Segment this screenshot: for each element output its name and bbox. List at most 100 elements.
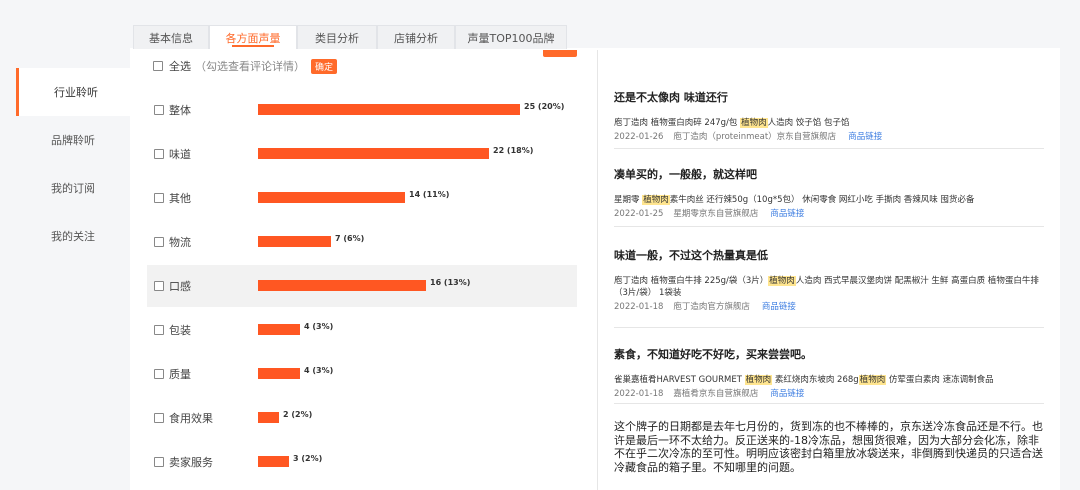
aspect-label: 口感 xyxy=(169,280,191,293)
product-text: 星期零 xyxy=(614,195,643,205)
review-divider xyxy=(614,226,1044,227)
volume-bar xyxy=(258,412,279,423)
aspect-row: 其他 14 (11%) xyxy=(147,177,577,219)
aspect-checkbox[interactable] xyxy=(154,193,164,203)
product-link[interactable]: 商品链接 xyxy=(770,209,804,219)
nav-item-label: 我的订阅 xyxy=(51,182,95,195)
product-text: 人造肉 饺子馅 包子馅 xyxy=(767,118,850,128)
aspect-row: 口感 16 (13%) xyxy=(147,265,577,307)
tab-shop-analysis[interactable]: 店铺分析 xyxy=(377,25,455,49)
right-gutter xyxy=(1060,0,1080,490)
review-title: 味道一般，不过这个热量真是低 xyxy=(614,249,768,262)
tab-basic-info[interactable]: 基本信息 xyxy=(133,25,209,49)
aspect-label: 包装 xyxy=(169,324,191,337)
tab-label: 店铺分析 xyxy=(394,31,438,45)
select-all-row: 全选 （勾选查看评论详情） 确定 xyxy=(153,58,338,74)
volume-value-label: 2 (2%) xyxy=(283,410,313,419)
product-name: 星期零 植物肉素牛肉丝 还行辣50g（10g*5包） 休闲零食 网红小吃 手撕肉… xyxy=(614,194,1044,206)
review-divider xyxy=(614,327,1044,328)
review-title: 凑单买的，一般般，就这样吧 xyxy=(614,168,757,181)
review-item: 还是不太像肉 味道还行 庖丁造肉 植物蛋白肉碎 247g/包 植物肉人造肉 饺子… xyxy=(614,89,1044,142)
aspect-checkbox[interactable] xyxy=(154,413,164,423)
review-date: 2022-01-18 xyxy=(614,389,664,399)
aspect-checkbox[interactable] xyxy=(154,325,164,335)
volume-bar xyxy=(258,280,426,291)
review-title: 素食，不知道好吃不好吃，买来尝尝吧。 xyxy=(614,348,812,361)
shop-name: 嘉植肴京东自营旗舰店 xyxy=(673,389,759,399)
tab-aspect-volume[interactable]: 各方面声量 xyxy=(209,25,297,49)
confirm-button[interactable]: 确定 xyxy=(311,58,338,74)
volume-value-label: 4 (3%) xyxy=(304,322,334,331)
aspect-checkbox[interactable] xyxy=(154,237,164,247)
review-divider xyxy=(614,403,1044,404)
volume-bar xyxy=(258,148,489,159)
shop-name: 星期零京东自营旗舰店 xyxy=(673,209,759,219)
aspect-checkbox[interactable] xyxy=(154,369,164,379)
review-meta: 2022-01-18 嘉植肴京东自营旗舰店 商品链接 xyxy=(614,387,1044,399)
aspect-checkbox[interactable] xyxy=(154,281,164,291)
aspect-checkbox[interactable] xyxy=(154,457,164,467)
aspect-label: 其他 xyxy=(169,192,191,205)
volume-bar xyxy=(258,368,300,379)
volume-value-label: 4 (3%) xyxy=(304,366,334,375)
review-date: 2022-01-18 xyxy=(614,302,664,312)
volume-bar xyxy=(258,236,331,247)
aspect-checkbox[interactable] xyxy=(154,149,164,159)
volume-bar xyxy=(258,192,405,203)
aspect-row: 质量 4 (3%) xyxy=(147,353,577,395)
review-title: 还是不太像肉 味道还行 xyxy=(614,91,728,104)
aspect-row: 卖家服务 3 (2%) xyxy=(147,441,577,483)
nav-item-label: 我的关注 xyxy=(51,230,95,243)
aspect-row: 包装 4 (3%) xyxy=(147,309,577,351)
left-nav: 行业聆听 品牌聆听 我的订阅 我的关注 xyxy=(0,48,133,490)
aspect-row: 物流 7 (6%) xyxy=(147,221,577,263)
nav-item-my-subscriptions[interactable]: 我的订阅 xyxy=(16,164,130,212)
shop-name: 庖丁造肉官方旗舰店 xyxy=(673,302,750,312)
aspect-label: 食用效果 xyxy=(169,412,213,425)
aspect-label: 质量 xyxy=(169,368,191,381)
aspect-row: 味道 22 (18%) xyxy=(147,133,577,175)
tab-label: 类目分析 xyxy=(315,31,359,45)
tab-label: 基本信息 xyxy=(149,31,193,45)
orange-marker xyxy=(543,50,577,57)
review-meta: 2022-01-26 庖丁造肉（proteinmeat）京东自营旗舰店 商品链接 xyxy=(614,130,1044,142)
tab-label: 各方面声量 xyxy=(225,31,281,45)
product-link[interactable]: 商品链接 xyxy=(762,302,796,312)
volume-bar xyxy=(258,104,520,115)
volume-bar xyxy=(258,324,300,335)
product-text: 庖丁造肉 植物蛋白牛排 225g/袋（3片） xyxy=(614,276,769,286)
review-item: 这个牌子的日期都是去年七月份的，货到冻的也不棒棒的，京东送冷冻食品还是不行。也许… xyxy=(614,420,1044,474)
aspect-row: 整体 25 (20%) xyxy=(147,89,577,131)
volume-value-label: 25 (20%) xyxy=(524,102,565,111)
volume-value-label: 22 (18%) xyxy=(493,146,534,155)
volume-value-label: 14 (11%) xyxy=(409,190,450,199)
nav-item-my-follows[interactable]: 我的关注 xyxy=(16,212,130,260)
product-text: 素红烧肉东坡肉 268g xyxy=(772,375,859,385)
aspect-label: 整体 xyxy=(169,104,191,117)
select-all-label: 全选 xyxy=(169,60,191,73)
review-item: 素食，不知道好吃不好吃，买来尝尝吧。 雀巢嘉植肴HARVEST GOURMET … xyxy=(614,346,1044,399)
volume-value-label: 16 (13%) xyxy=(430,278,471,287)
review-title: 这个牌子的日期都是去年七月份的，货到冻的也不棒棒的，京东送冷冻食品还是不行。也许… xyxy=(614,420,1043,474)
tab-category-analysis[interactable]: 类目分析 xyxy=(297,25,377,49)
product-link[interactable]: 商品链接 xyxy=(848,132,882,142)
nav-item-industry-listening[interactable]: 行业聆听 xyxy=(16,68,133,116)
keyword-highlight: 植物肉 xyxy=(744,375,773,385)
product-text: 雀巢嘉植肴HARVEST GOURMET xyxy=(614,375,745,385)
product-text: 仿荤蛋白素肉 速冻调制食品 xyxy=(886,375,994,385)
aspect-label: 物流 xyxy=(169,236,191,249)
select-all-checkbox[interactable] xyxy=(153,61,163,71)
nav-item-brand-listening[interactable]: 品牌聆听 xyxy=(16,116,130,164)
review-meta: 2022-01-18 庖丁造肉官方旗舰店 商品链接 xyxy=(614,300,1044,312)
product-name: 庖丁造肉 植物蛋白牛排 225g/袋（3片）植物肉人造肉 西式早晨汉堡肉饼 配黑… xyxy=(614,275,1044,299)
volume-bar xyxy=(258,456,289,467)
panel-divider xyxy=(597,50,598,490)
nav-item-label: 行业聆听 xyxy=(54,86,98,99)
aspect-label: 卖家服务 xyxy=(169,456,213,469)
product-text: 素牛肉丝 还行辣50g（10g*5包） 休闲零食 网红小吃 手撕肉 香辣风味 囤… xyxy=(669,195,975,205)
tab-top100-brands[interactable]: 声量TOP100品牌 xyxy=(455,25,567,49)
aspect-row: 食用效果 2 (2%) xyxy=(147,397,577,439)
aspect-checkbox[interactable] xyxy=(154,105,164,115)
shop-name: 庖丁造肉（proteinmeat）京东自营旗舰店 xyxy=(673,132,837,142)
product-link[interactable]: 商品链接 xyxy=(770,389,804,399)
